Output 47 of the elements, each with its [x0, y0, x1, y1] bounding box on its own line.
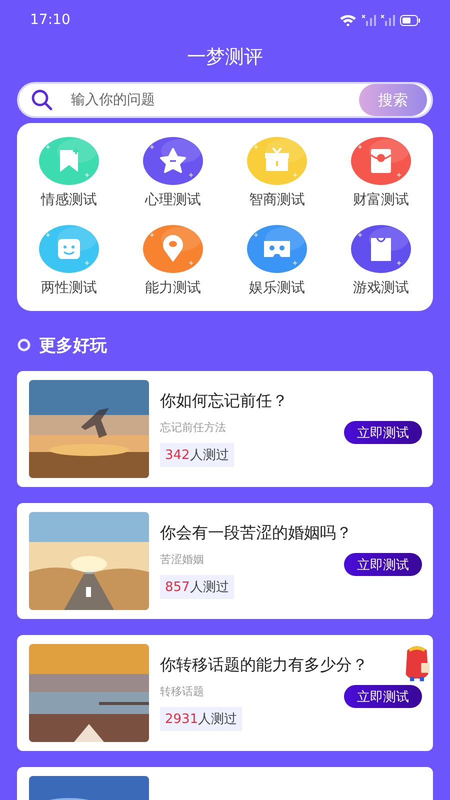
location-pin-icon: [143, 225, 203, 273]
category-label: 游戏测试: [353, 279, 409, 297]
envelope-icon: [351, 137, 411, 185]
start-test-button[interactable]: 立即测试: [344, 553, 422, 576]
shopping-bag-icon: [351, 225, 411, 273]
bookmark-icon: [39, 137, 99, 185]
signal-icon: [362, 14, 376, 26]
start-test-button[interactable]: 立即测试: [344, 685, 422, 708]
participant-count: 2931人测过: [160, 707, 242, 731]
vr-goggles-icon: [247, 225, 307, 273]
test-title: 你会有一段苦涩的婚姻吗？: [160, 523, 352, 544]
test-title: 你转移话题的能力有多少分？: [160, 655, 368, 676]
gift-icon: [247, 137, 307, 185]
category-label: 两性测试: [41, 279, 97, 297]
category-item[interactable]: 两性测试: [17, 225, 121, 297]
participant-count: 857人测过: [160, 575, 234, 599]
status-time: 17:10: [30, 12, 70, 28]
signal-icon: [381, 14, 395, 26]
category-item[interactable]: 游戏测试: [329, 225, 433, 297]
category-item[interactable]: 财富测试: [329, 137, 433, 209]
category-item[interactable]: 心理测试: [121, 137, 225, 209]
participant-count: 342人测过: [160, 443, 234, 467]
category-item[interactable]: 情感测试: [17, 137, 121, 209]
category-item[interactable]: 智商测试: [225, 137, 329, 209]
smiley-face-icon: [39, 225, 99, 273]
test-card[interactable]: 你如何忘记前任？ 忘记前任方法 342人测过 立即测试: [17, 371, 433, 487]
category-label: 情感测试: [41, 191, 97, 209]
search-icon: [31, 89, 53, 111]
section-title: 更多好玩: [39, 334, 107, 356]
test-subtitle: 转移话题: [160, 684, 204, 699]
battery-icon: [400, 14, 420, 26]
category-label: 智商测试: [249, 191, 305, 209]
test-subtitle: 忘记前任方法: [160, 420, 226, 435]
start-test-button[interactable]: 立即测试: [344, 421, 422, 444]
test-card[interactable]: 你转移话题的能力有多少分？ 转移话题 2931人测过 立即测试: [17, 635, 433, 751]
wifi-icon: [339, 14, 357, 26]
category-label: 心理测试: [145, 191, 201, 209]
app-title: 一梦测评: [186, 45, 264, 70]
test-card[interactable]: 你会有一段苦涩的婚姻吗？ 苦涩婚姻 857人测过 立即测试: [17, 503, 433, 619]
category-label: 财富测试: [353, 191, 409, 209]
category-item[interactable]: 娱乐测试: [225, 225, 329, 297]
category-label: 能力测试: [145, 279, 201, 297]
category-label: 娱乐测试: [249, 279, 305, 297]
test-title: 你如何忘记前任？: [160, 391, 288, 412]
test-subtitle: 苦涩婚姻: [160, 552, 204, 567]
ring-icon: [17, 338, 31, 352]
category-item[interactable]: 能力测试: [121, 225, 225, 297]
